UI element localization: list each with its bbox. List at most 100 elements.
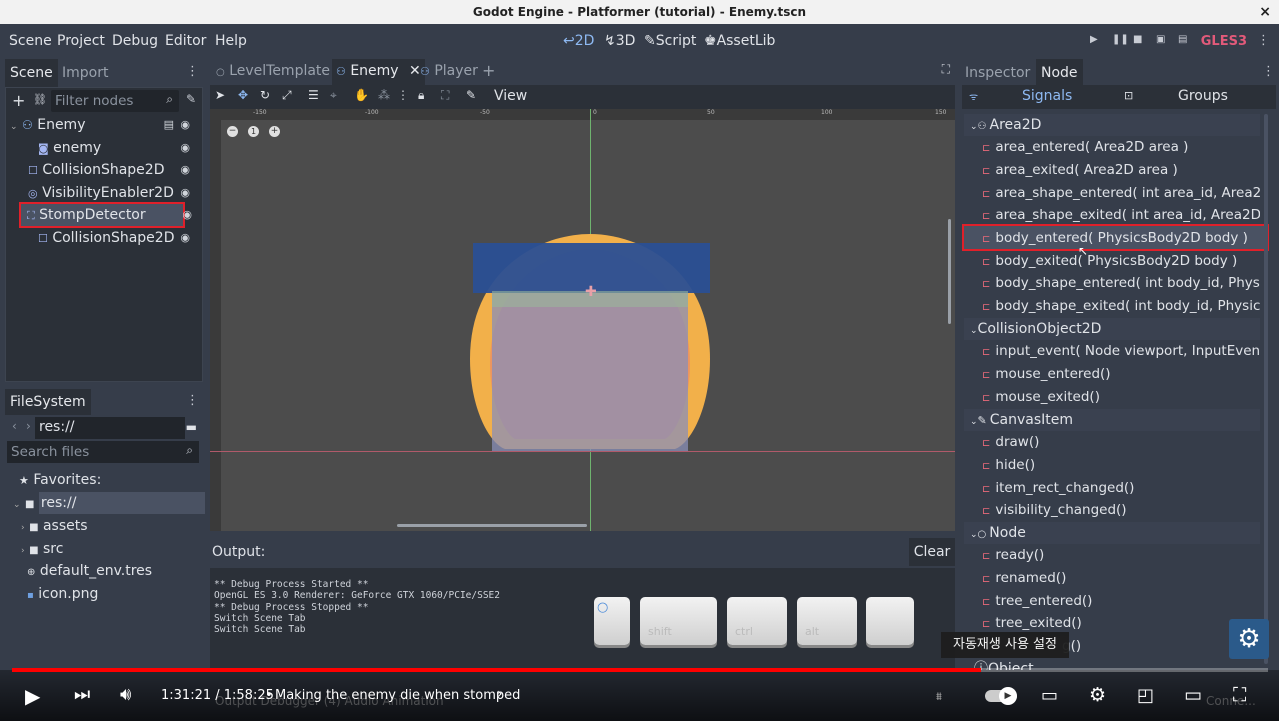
visibility-eye-icon[interactable]: ◉: [180, 137, 190, 159]
tree-node-collisionshape2d-child[interactable]: ☐ CollisionShape2D ◉: [10, 227, 200, 249]
tab-scene[interactable]: Scene: [5, 59, 58, 87]
visibility-eye-icon[interactable]: ◉: [180, 227, 190, 249]
menu-scene[interactable]: Scene: [9, 33, 52, 49]
tree-node-enemy-sprite[interactable]: ◙ enemy ◉: [10, 137, 200, 159]
viewport-2d[interactable]: -150 -100 -50 0 50 100 150 − 1 + ✚: [210, 109, 955, 531]
visibility-eye-icon[interactable]: ◉: [182, 208, 192, 221]
signal-ready[interactable]: ⊏ ready(): [982, 544, 1260, 566]
select-tool-icon[interactable]: ➤: [215, 88, 225, 102]
signal-tree-entered[interactable]: ⊏ tree_entered(): [982, 590, 1260, 612]
menu-editor[interactable]: Editor: [165, 33, 206, 49]
list-select-icon[interactable]: ☰: [308, 88, 319, 102]
back-icon[interactable]: ‹: [12, 419, 17, 433]
menu-help[interactable]: Help: [215, 33, 247, 49]
signal-renamed[interactable]: ⊏ renamed(): [982, 567, 1260, 589]
stop-icon[interactable]: ■: [1133, 35, 1143, 45]
channel-badge-icon[interactable]: ⚙: [1229, 619, 1269, 659]
menu-project[interactable]: Project: [57, 33, 105, 49]
horizontal-scrollbar[interactable]: [397, 524, 587, 527]
tab-player[interactable]: ⚇ Player: [416, 59, 482, 85]
play-icon[interactable]: ▶: [1090, 35, 1100, 45]
workspace-assetlib-button[interactable]: ♚AssetLib: [704, 33, 775, 49]
subtitles-icon[interactable]: ▭: [1041, 685, 1058, 706]
zoom-out-icon[interactable]: −: [227, 126, 238, 137]
rotate-tool-icon[interactable]: ↻: [260, 88, 270, 102]
vertical-scrollbar[interactable]: [948, 219, 951, 324]
chapter-title[interactable]: Making the enemy die when stomped: [275, 688, 520, 703]
add-node-icon[interactable]: +: [12, 91, 25, 110]
class-header-canvasitem[interactable]: ⌄✎ CanvasItem: [964, 409, 1260, 431]
signal-body-shape-exited[interactable]: ⊏ body_shape_exited( int body_id, Physics…: [982, 295, 1260, 317]
pan-tool-icon[interactable]: ✋: [354, 88, 369, 102]
signal-body-exited[interactable]: ⊏ body_exited( PhysicsBody2D body ): [982, 250, 1260, 272]
dock-menu-icon[interactable]: ⋮: [186, 64, 199, 79]
play-custom-scene-icon[interactable]: ▤: [1178, 35, 1188, 45]
pause-icon[interactable]: ❚❚: [1112, 35, 1129, 45]
close-window-button[interactable]: ×: [1259, 0, 1271, 24]
signal-area-entered[interactable]: ⊏ area_entered( Area2D area ): [982, 136, 1260, 158]
zoom-in-icon[interactable]: +: [269, 126, 280, 137]
theater-mode-icon[interactable]: ▭: [1184, 684, 1202, 706]
signal-tree-exited[interactable]: ⊏ tree_exited(): [982, 612, 1260, 634]
play-icon[interactable]: ▶: [25, 684, 40, 708]
signal-visibility-changed[interactable]: ⊏ visibility_changed(): [982, 499, 1260, 521]
search-files-input[interactable]: Search files ⌕: [7, 441, 199, 463]
next-video-icon[interactable]: ⏭: [74, 684, 90, 705]
snap-menu-icon[interactable]: ⋮: [397, 88, 409, 102]
class-header-collisionobject2d[interactable]: ⌄CollisionObject2D: [964, 318, 1260, 340]
tab-inspector[interactable]: Inspector: [960, 59, 1035, 87]
add-tab-icon[interactable]: +: [482, 61, 495, 80]
signals-tab[interactable]: Signals: [1022, 88, 1072, 104]
renderer-label[interactable]: GLES3: [1201, 34, 1247, 49]
fs-item-res[interactable]: ⌄ ■ res://: [13, 492, 205, 514]
signal-body-entered[interactable]: ⊏ body_entered( PhysicsBody2D body ): [982, 227, 1260, 249]
workspace-script-button[interactable]: ✎Script: [644, 33, 696, 49]
fs-item-src[interactable]: › ■ src: [21, 538, 63, 560]
fs-item-assets[interactable]: › ■ assets: [21, 515, 88, 537]
fs-item-icon-png[interactable]: ▪ icon.png: [27, 583, 98, 605]
signal-input-event[interactable]: ⊏ input_event( Node viewport, InputEvent: [982, 340, 1260, 362]
tab-node[interactable]: Node: [1036, 59, 1083, 87]
tab-leveltemplate[interactable]: ○ LevelTemplate: [212, 59, 334, 85]
workspace-2d-button[interactable]: ↩2D: [563, 33, 594, 49]
tree-node-stompdetector[interactable]: ⛶ StompDetector: [19, 202, 185, 228]
workspace-3d-button[interactable]: ↯3D: [604, 33, 635, 49]
groups-tab[interactable]: Groups: [1178, 88, 1228, 104]
lock-icon[interactable]: 🔒︎: [418, 88, 424, 103]
settings-gear-icon[interactable]: ⚙: [1089, 684, 1106, 706]
play-scene-icon[interactable]: ▣: [1156, 35, 1166, 45]
class-header-node[interactable]: ⌄○ Node: [964, 522, 1260, 544]
menu-debug[interactable]: Debug: [112, 33, 158, 49]
signal-item-rect-changed[interactable]: ⊏ item_rect_changed(): [982, 477, 1260, 499]
tree-node-collisionshape2d[interactable]: ☐ CollisionShape2D ◉: [10, 159, 200, 181]
miniplayer-icon[interactable]: ◰: [1137, 685, 1154, 706]
signal-mouse-exited[interactable]: ⊏ mouse_exited(): [982, 386, 1260, 408]
pivot-tool-icon[interactable]: ⌖: [330, 88, 337, 103]
scale-tool-icon[interactable]: ⤢: [282, 88, 292, 103]
signal-area-shape-entered[interactable]: ⊏ area_shape_entered( int area_id, Area2D: [982, 182, 1260, 204]
signal-area-exited[interactable]: ⊏ area_exited( Area2D area ): [982, 159, 1260, 181]
tab-enemy[interactable]: ⚇ Enemy ✕: [332, 59, 425, 85]
fullscreen-icon[interactable]: ⛶: [942, 62, 950, 77]
snap-icon[interactable]: ⁂: [378, 88, 390, 102]
tab-filesystem[interactable]: FileSystem: [5, 389, 91, 415]
move-tool-icon[interactable]: ✥: [238, 88, 248, 102]
autoplay-toggle[interactable]: ▶: [985, 687, 1017, 705]
bone-icon[interactable]: ✎: [466, 88, 476, 102]
tab-import[interactable]: Import: [57, 59, 113, 87]
script-attach-icon[interactable]: ✎: [186, 92, 196, 106]
tree-node-enemy-root[interactable]: ⌄ ⚇ Enemy ▤ ◉: [10, 114, 200, 136]
signals-scrollbar[interactable]: [1264, 114, 1268, 664]
visibility-eye-icon[interactable]: ◉: [180, 114, 190, 136]
dock-menu-icon[interactable]: ⋮: [1262, 64, 1275, 79]
signal-body-shape-entered[interactable]: ⊏ body_shape_entered( int body_id, Physic: [982, 272, 1260, 294]
visibility-eye-icon[interactable]: ◉: [180, 182, 190, 204]
visibility-eye-icon[interactable]: ◉: [180, 159, 190, 181]
link-icon[interactable]: ⛓: [33, 93, 47, 106]
zoom-reset-icon[interactable]: 1: [248, 126, 259, 137]
volume-icon[interactable]: 🔊︎: [120, 684, 131, 705]
split-view-icon[interactable]: ▬: [186, 420, 197, 434]
fs-item-default-env[interactable]: ⊕ default_env.tres: [27, 560, 152, 582]
signal-area-shape-exited[interactable]: ⊏ area_shape_exited( int area_id, Area2D …: [982, 204, 1260, 226]
clear-button[interactable]: Clear: [909, 538, 955, 566]
